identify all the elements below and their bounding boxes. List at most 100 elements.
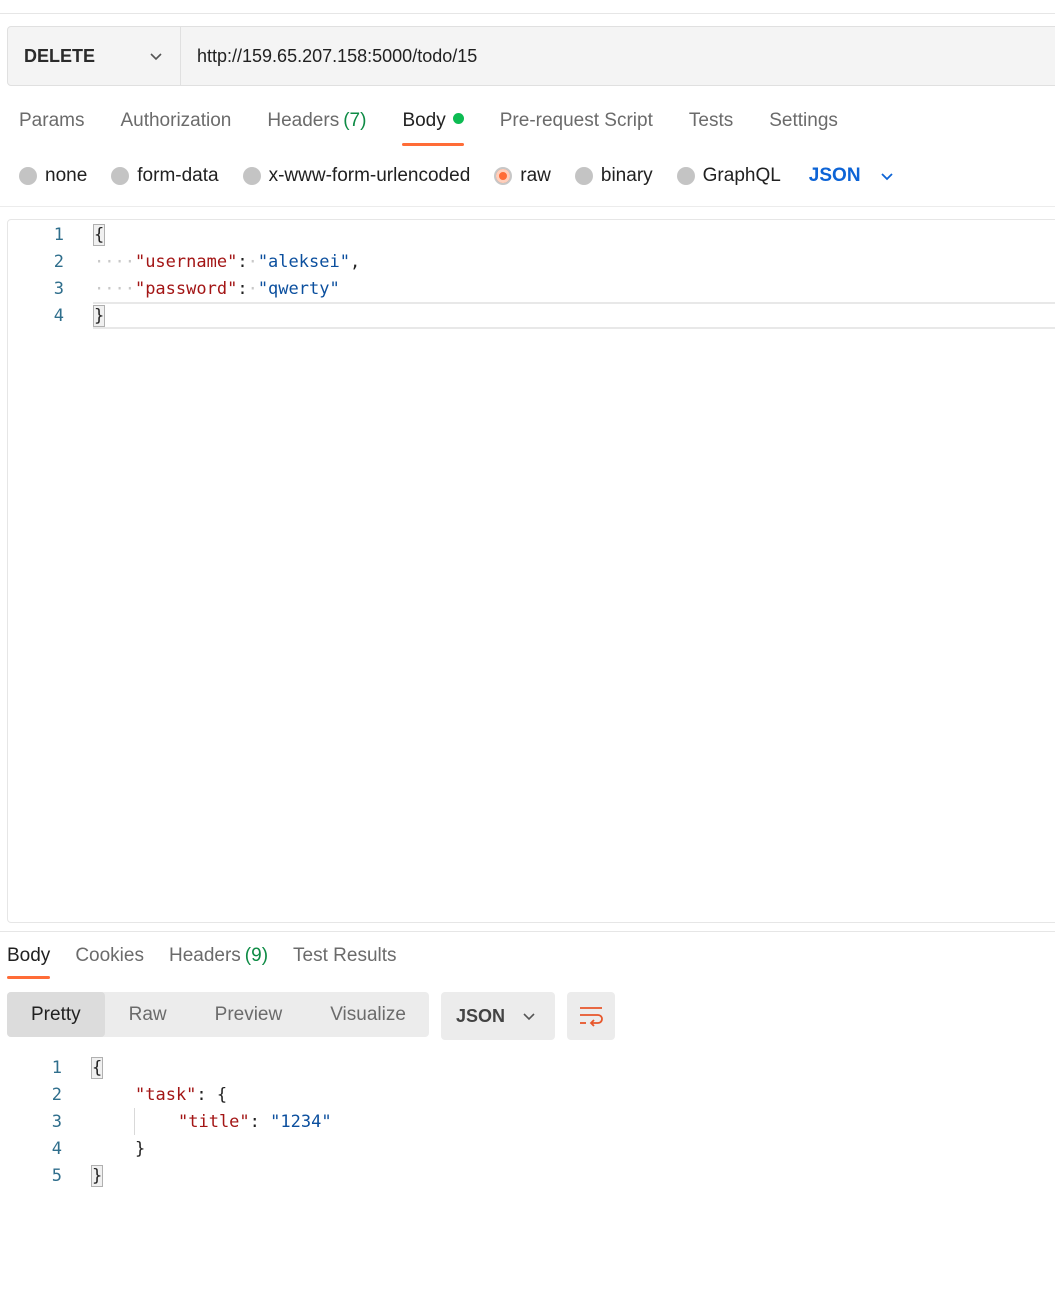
line-number: 5 [51, 1166, 62, 1186]
radio-label: x-www-form-urlencoded [268, 165, 471, 186]
body-indicator-dot [452, 113, 464, 124]
line-number: 4 [53, 306, 64, 326]
radio-circle [19, 167, 37, 185]
tab-label: Pre-request Script [499, 110, 653, 131]
json-comma: , [349, 252, 361, 272]
tab-label: Settings [769, 110, 838, 131]
tab-label: Body [402, 110, 446, 131]
whitespace-dots: ···· [94, 279, 135, 299]
chevron-down-icon [880, 173, 893, 181]
tab-label: Authorization [120, 110, 232, 131]
inner-close-brace: } [135, 1139, 146, 1159]
request-tabs: Params Authorization Headers (7) Body Pre… [19, 100, 874, 146]
radio-label: form-data [137, 165, 219, 186]
language-label: JSON [808, 165, 861, 186]
tab-label: Cookies [75, 945, 144, 966]
radio-x-www-form-urlencoded[interactable]: x-www-form-urlencoded [242, 165, 471, 187]
radio-raw[interactable]: raw [494, 165, 551, 187]
code-line: { [90, 1055, 104, 1082]
view-preview[interactable]: Preview [191, 992, 307, 1037]
line-number: 4 [51, 1139, 62, 1159]
json-key: "password" [134, 279, 238, 299]
tab-label: Params [19, 110, 85, 131]
line-number: 1 [51, 1058, 62, 1078]
radio-form-data[interactable]: form-data [111, 165, 219, 187]
radio-circle [676, 167, 695, 185]
radio-label: binary [600, 165, 653, 186]
tab-pre-request-script[interactable]: Pre-request Script [500, 100, 653, 146]
json-colon: : [249, 1112, 271, 1132]
view-pretty[interactable]: Pretty [7, 992, 105, 1037]
indent-guide [134, 1108, 135, 1135]
response-tabs: Body Cookies Headers (9) Test Results [7, 935, 422, 979]
headers-count: (7) [343, 110, 367, 131]
radio-label: raw [520, 165, 551, 186]
tab-params[interactable]: Params [19, 100, 84, 146]
response-tab-test-results[interactable]: Test Results [293, 935, 396, 979]
tab-tests[interactable]: Tests [689, 100, 733, 146]
wrap-lines-icon [580, 1007, 603, 1027]
current-line-highlight [93, 302, 1055, 329]
open-brace: { [90, 1057, 104, 1079]
method-label: DELETE [24, 45, 96, 66]
view-visualize[interactable]: Visualize [306, 992, 430, 1037]
tab-label: Headers [267, 110, 340, 131]
response-format-select[interactable]: JSON [441, 992, 555, 1040]
url-input[interactable]: http://159.65.207.158:5000/todo/15 [181, 27, 1055, 85]
tab-headers[interactable]: Headers (7) [267, 100, 366, 146]
view-label: Visualize [330, 1003, 406, 1025]
tab-settings[interactable]: Settings [769, 100, 838, 146]
request-body-editor[interactable]: 1 2 3 4 { ····"username":·"aleksei", ···… [7, 219, 1055, 923]
line-number: 2 [53, 252, 64, 272]
code-line: "title": "1234" [178, 1109, 332, 1136]
json-colon: : [237, 279, 248, 299]
json-value: "1234" [270, 1112, 332, 1132]
radio-label: GraphQL [702, 165, 781, 186]
tab-authorization[interactable]: Authorization [120, 100, 231, 146]
json-key: "title" [178, 1112, 250, 1132]
json-key: "username" [134, 252, 238, 272]
view-label: Preview [214, 1003, 283, 1025]
view-raw[interactable]: Raw [105, 992, 191, 1037]
line-number: 1 [53, 225, 64, 245]
url-text: http://159.65.207.158:5000/todo/15 [197, 45, 478, 66]
line-number: 3 [53, 279, 64, 299]
response-tab-cookies[interactable]: Cookies [75, 935, 144, 979]
json-value: "qwerty" [257, 279, 340, 299]
response-body-viewer[interactable]: 1 2 3 4 5 { "task": { "title": "1234" } … [0, 1053, 1055, 1193]
method-select[interactable]: DELETE [8, 27, 181, 85]
response-divider [0, 931, 1055, 932]
whitespace-dot: · [247, 279, 258, 299]
radio-none[interactable]: none [19, 165, 87, 187]
wrap-lines-button[interactable] [567, 992, 615, 1040]
code-line: ····"username":·"aleksei", [94, 249, 360, 276]
body-type-options: none form-data x-www-form-urlencoded raw… [19, 163, 895, 189]
tab-label: Headers [168, 945, 241, 966]
tab-body[interactable]: Body [402, 100, 465, 146]
code-line: } [135, 1136, 145, 1163]
request-url-bar: DELETE http://159.65.207.158:5000/todo/1… [7, 26, 1055, 86]
radio-binary[interactable]: binary [574, 165, 653, 187]
format-label: JSON [456, 1005, 506, 1026]
code-line: "task": { [135, 1082, 227, 1109]
code-line: } [92, 303, 106, 330]
line-number: 2 [51, 1085, 62, 1105]
response-view-modes: Pretty Raw Preview Visualize [7, 992, 429, 1037]
language-select[interactable]: JSON [809, 165, 895, 187]
response-tab-headers[interactable]: Headers (9) [169, 935, 268, 979]
top-divider [0, 13, 1055, 14]
whitespace-dots: ···· [94, 252, 135, 272]
radio-graphql[interactable]: GraphQL [676, 165, 781, 187]
chevron-down-icon [523, 1013, 535, 1021]
chevron-down-icon [150, 53, 162, 61]
tab-label: Test Results [293, 945, 397, 966]
radio-circle [111, 167, 130, 185]
code-line: ····"password":·"qwerty" [94, 276, 340, 303]
tab-label: Tests [688, 110, 734, 131]
view-label: Raw [128, 1003, 167, 1025]
json-value: "aleksei" [257, 252, 350, 272]
json-colon-brace: : { [196, 1085, 228, 1105]
headers-count: (9) [244, 945, 269, 966]
radio-circle [242, 167, 261, 185]
response-tab-body[interactable]: Body [7, 935, 51, 979]
